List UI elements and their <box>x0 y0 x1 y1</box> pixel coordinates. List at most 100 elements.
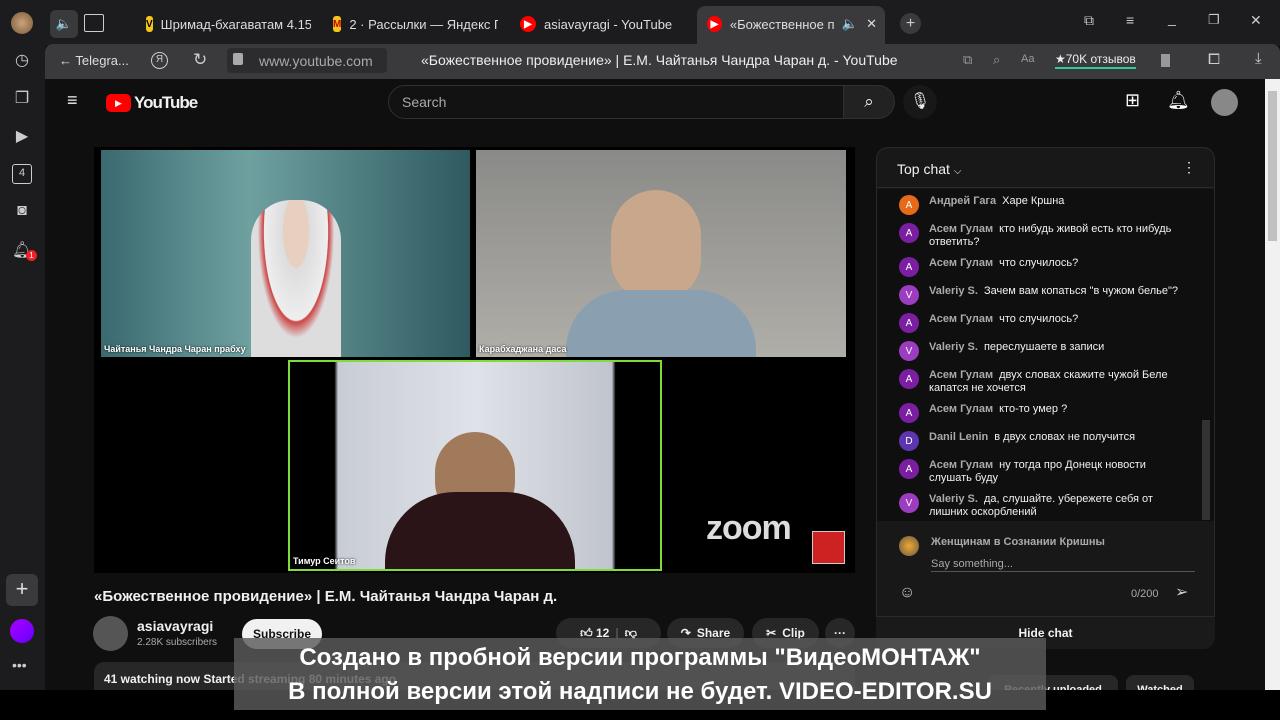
author-name[interactable]: Андрей Гага <box>929 195 996 207</box>
message-body: Valeriy S. переслушаете в записи <box>929 341 1104 361</box>
menu-icon[interactable]: ≡ <box>1126 12 1134 28</box>
emoji-icon[interactable]: ☺ <box>899 584 915 602</box>
youtube-logo[interactable]: ▶ YouTube <box>106 93 198 113</box>
watermark-line-1: Создано в пробной версии программы "Виде… <box>299 644 981 671</box>
chat-menu-icon[interactable]: ⋮ <box>1182 159 1196 176</box>
account-avatar[interactable] <box>1211 89 1238 116</box>
voice-search-button[interactable]: 🎙︎ <box>903 85 937 119</box>
top-chat-dropdown[interactable]: Top chat ⌵ <box>897 161 961 177</box>
chat-message: A Асем Гулам двух словах скажите чужой Бел… <box>877 365 1187 399</box>
tab-title: «Божественное провидение» <box>729 16 834 32</box>
tab-count-icon[interactable]: 4 <box>12 164 32 184</box>
page-scrollbar[interactable] <box>1265 79 1280 720</box>
message-body: Valeriy S. да, слушайте. убережете себя о… <box>929 493 1187 519</box>
tab-2[interactable]: M 2 · Рассылки — Яндекс Почта <box>333 10 498 38</box>
tab-icon[interactable]: ⧉ <box>963 52 972 68</box>
search-page-icon[interactable]: ⌕ <box>993 52 1000 68</box>
browser-sidebar: ◷ ❐ ▶ 4 ◙ 🔔︎ 1 + ••• <box>0 44 45 720</box>
author-name[interactable]: Valeriy S. <box>929 493 978 505</box>
tab-4-active[interactable]: ▶ «Божественное провидение» 🔈 ✕ <box>697 6 885 46</box>
send-icon[interactable]: ➢ <box>1175 582 1188 602</box>
search-icon: ⌕ <box>864 92 874 111</box>
message-body: Danil Lenin в двух словах не получится <box>929 431 1135 451</box>
translate-icon[interactable]: Aa <box>1021 53 1034 65</box>
author-name[interactable]: Valeriy S. <box>929 341 978 353</box>
search-input[interactable]: Search <box>388 85 844 119</box>
collections-icon[interactable]: ❐ <box>12 88 32 108</box>
profile-avatar[interactable] <box>11 12 33 34</box>
chat-input[interactable]: Say something... <box>931 554 1195 572</box>
yandex-icon[interactable]: Я <box>151 52 168 69</box>
screenshot-icon[interactable]: ◙ <box>12 202 32 222</box>
address-bar[interactable]: www.youtube.com <box>227 48 387 73</box>
tab-title: Шримад-бхагаватам 4.15. <box>160 16 311 32</box>
chat-mode: Top chat <box>897 161 950 177</box>
add-panel-button[interactable]: + <box>6 574 38 606</box>
reviews-button[interactable]: ★70K отзывов <box>1055 52 1136 69</box>
new-tab-group-icon[interactable] <box>84 14 104 32</box>
video-icon[interactable]: ▶ <box>12 126 32 146</box>
chat-header: Top chat ⌵ ⋮ <box>877 148 1214 188</box>
message-text: что случилось? <box>999 313 1079 325</box>
author-name[interactable]: Valeriy S. <box>929 285 978 297</box>
mute-icon[interactable]: 🔈 <box>842 16 858 32</box>
watermark-line-2: В полной версии этой надписи не будет. V… <box>288 678 992 705</box>
youtube-icon: ▶ <box>707 16 722 32</box>
create-icon[interactable]: ⊞ <box>1125 90 1140 111</box>
notifications-icon[interactable]: 🔔︎ <box>1167 90 1190 111</box>
chat-message: A Асем Гулам что случилось? <box>877 309 1187 337</box>
author-name[interactable]: Асем Гулам <box>929 459 993 471</box>
message-body: Асем Гулам что случилось? <box>929 313 1078 333</box>
download-icon[interactable]: ⤓ <box>1255 50 1262 67</box>
more-icon[interactable]: ••• <box>12 657 27 673</box>
chat-message: D Danil Lenin в двух словах не получится <box>877 427 1187 455</box>
author-name[interactable]: Асем Гулам <box>929 313 993 325</box>
participant-name: Тимур Сеитов <box>293 556 356 566</box>
participant-tile: Чайтанья Чандра Чаран прабху <box>101 150 470 357</box>
author-avatar: A <box>899 369 919 389</box>
video-player[interactable]: Чайтанья Чандра Чаран прабху Карабхаджан… <box>94 147 855 573</box>
author-name[interactable]: Асем Гулам <box>929 257 993 269</box>
new-tab-button[interactable]: + <box>900 13 921 34</box>
channel-avatar[interactable] <box>93 616 128 651</box>
alice-icon[interactable] <box>10 619 34 643</box>
channel-name[interactable]: asiavayragi <box>137 618 213 634</box>
tab-title: asiavayragi - YouTube <box>544 16 673 32</box>
chat-username: Женщинам в Сознании Кришны <box>931 536 1105 548</box>
notifications-icon[interactable]: 🔔︎ 1 <box>12 240 37 261</box>
microphone-icon: 🎙︎ <box>909 93 931 110</box>
tab-title: 2 · Рассылки — Яндекс Почта <box>349 16 498 32</box>
participant-tile: Карабхаджана даса <box>476 150 846 357</box>
chat-message: V Valeriy S. переслушаете в записи <box>877 337 1187 365</box>
minimize-icon[interactable]: _ <box>1168 10 1176 26</box>
close-window-icon[interactable]: ✕ <box>1250 12 1262 29</box>
author-name[interactable]: Асем Гулам <box>929 403 993 415</box>
collections-icon[interactable]: ⧠ <box>1208 51 1220 68</box>
user-avatar <box>899 536 919 556</box>
restore-icon[interactable]: ❐ <box>1208 12 1220 28</box>
back-button[interactable]: ← Telegra... <box>59 53 129 68</box>
tab-3[interactable]: ▶ asiavayragi - YouTube <box>520 10 685 38</box>
author-name[interactable]: Асем Гулам <box>929 369 993 381</box>
video-title: «Божественное провидение» | Е.М. Чайтань… <box>94 588 558 605</box>
author-avatar: A <box>899 195 919 215</box>
author-name[interactable]: Асем Гулам <box>929 223 993 235</box>
chat-scrollbar[interactable] <box>1202 420 1210 520</box>
page-title: «Божественное провидение» | Е.М. Чайтань… <box>421 52 898 68</box>
lock-icon <box>233 53 243 65</box>
audio-icon[interactable]: 🔈 <box>50 10 78 38</box>
chat-messages: A Андрей Гага Харе Кршна A Асем Гулам кто ниб… <box>877 189 1214 521</box>
author-name[interactable]: Danil Lenin <box>929 431 988 443</box>
participant-name: Карабхаджана даса <box>479 344 567 354</box>
history-icon[interactable]: ◷ <box>12 50 32 70</box>
bookmark-icon[interactable] <box>1161 54 1170 67</box>
search-button[interactable]: ⌕ <box>843 85 895 119</box>
close-tab-icon[interactable]: ✕ <box>866 16 877 32</box>
bookmarks-icon[interactable]: ⧉ <box>1084 12 1094 29</box>
tab-1[interactable]: V Шримад-бхагаватам 4.15. <box>146 10 311 38</box>
message-text: кто-то умер ? <box>999 403 1068 415</box>
author-avatar: V <box>899 493 919 513</box>
hamburger-icon[interactable]: ≡ <box>67 90 78 111</box>
zoom-watermark: zoom <box>706 509 792 547</box>
reload-icon[interactable]: ↻ <box>193 50 207 70</box>
